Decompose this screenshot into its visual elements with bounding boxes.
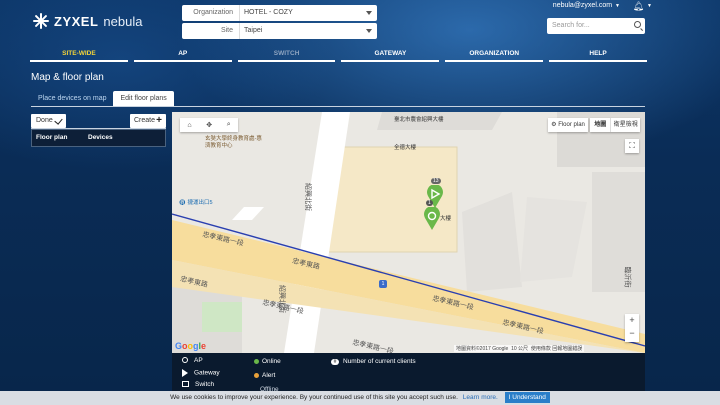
zyxel-nebula-logo[interactable]: ZYXEL nebula (33, 13, 142, 29)
search-icon[interactable] (634, 21, 641, 28)
caret-down-icon: ▼ (647, 3, 652, 9)
legend-gateway: Gateway (182, 369, 220, 377)
nav-gateway[interactable]: GATEWAY (341, 48, 440, 62)
cookie-message: We use cookies to improve your experienc… (170, 394, 458, 401)
legend-online: Online (254, 358, 281, 365)
tab-bar: Place devices on map Edit floor plans (31, 91, 645, 107)
report-error-link[interactable]: 回報地圖錯誤 (552, 346, 582, 352)
legend-alert: Alert (254, 372, 275, 379)
caret-down-icon (366, 29, 372, 33)
terms-link[interactable]: 使用條款 (531, 346, 551, 352)
map-road-label: 紹興北街 (278, 285, 285, 313)
user-email: nebula@zyxel.com (552, 2, 613, 9)
circle-icon (182, 357, 188, 364)
site-selector[interactable]: Site Taipei (182, 23, 377, 39)
plus-icon: + (156, 115, 162, 126)
learn-more-link[interactable]: Learn more. (463, 394, 498, 401)
caret-down-icon: ▼ (615, 2, 620, 9)
map-attribution: 地圖資料©2017 Google 10 公尺 使用條款 回報地圖錯誤 (454, 345, 585, 352)
google-logo[interactable]: Google (175, 341, 206, 351)
floor-plan-table-header: Floor plan Devices (31, 129, 166, 147)
site-label: Site (182, 23, 240, 39)
main-nav: SITE-WIDE AP SWITCH GATEWAY ORGANIZATION… (30, 48, 647, 62)
transit-icon: 🚇︎ (179, 200, 186, 206)
cookie-accept-button[interactable]: I Understand (504, 392, 550, 403)
page-title: Map & floor plan (31, 72, 104, 83)
client-count-badge: 13 (431, 178, 441, 184)
logo-brand: ZYXEL (54, 13, 99, 29)
fullscreen-icon[interactable]: ⛶ (625, 139, 639, 153)
home-icon[interactable]: ⌂ (187, 122, 191, 129)
nav-switch[interactable]: SWITCH (237, 48, 336, 62)
map-label: 大樓 (440, 216, 452, 222)
legend-switch: Switch (182, 381, 214, 388)
zoom-out-button[interactable]: − (625, 327, 639, 340)
client-count-badge: 1 (426, 200, 433, 206)
nav-organization[interactable]: ORGANIZATION (445, 48, 544, 62)
map-type-map[interactable]: 地圖 (590, 118, 610, 132)
zoom-control: + − (625, 314, 639, 342)
organization-label: Organization (182, 5, 240, 21)
map-canvas[interactable]: ⌂ ✥ ⌕ ⚙ Floor plan 地圖 衛星檢視 ⛶ + − 臺北市農會紹興… (172, 112, 645, 353)
nav-site-wide[interactable]: SITE-WIDE (30, 48, 128, 62)
column-floor-plan[interactable]: Floor plan (32, 130, 88, 146)
organization-value[interactable]: HOTEL - COZY (240, 5, 377, 21)
map-legend: AP Gateway Switch Online Alert Offline #… (172, 353, 645, 393)
map-type-satellite[interactable]: 衛星檢視 (610, 118, 640, 132)
logo-product: nebula (103, 13, 143, 29)
organization-selector[interactable]: Organization HOTEL - COZY (182, 5, 377, 21)
nav-help[interactable]: HELP (549, 48, 647, 62)
map-tools: ⌂ ✥ ⌕ (180, 118, 238, 132)
done-label: Done (36, 117, 53, 124)
check-icon (54, 116, 63, 125)
map-scale: 10 公尺 (511, 346, 529, 352)
map-road-label: 臨沂街 (623, 266, 631, 288)
map-road-label: 紹興北街 (304, 183, 311, 211)
legend-client-count: # Number of current clients (331, 358, 416, 365)
alert-dot-icon (254, 372, 259, 378)
square-icon (182, 381, 189, 388)
floor-plan-toggle[interactable]: ⚙ Floor plan (548, 118, 588, 132)
legend-ap: AP (182, 357, 203, 364)
ap-marker[interactable] (423, 207, 441, 231)
done-button[interactable]: Done (31, 114, 66, 128)
tab-place-devices[interactable]: Place devices on map (31, 91, 113, 106)
column-devices[interactable]: Devices (88, 130, 113, 146)
tab-edit-floor-plans[interactable]: Edit floor plans (113, 91, 174, 106)
caret-down-icon (366, 11, 372, 15)
create-label: Create (134, 117, 156, 124)
zyxel-star-icon (33, 13, 49, 29)
notification-bell-icon[interactable]: 🔔︎ (633, 1, 644, 12)
cookie-banner: We use cookies to improve your experienc… (0, 391, 720, 405)
create-button[interactable]: Create + (130, 114, 166, 128)
triangle-icon (182, 369, 188, 377)
nav-ap[interactable]: AP (133, 48, 232, 62)
online-dot-icon (254, 358, 259, 364)
search-icon[interactable]: ⌕ (227, 121, 231, 129)
map-label: 玄奘大學終身教育處-惠濟教育中心 (205, 136, 262, 149)
search-placeholder: Search for... (552, 22, 590, 29)
route-shield: 1 (379, 280, 387, 288)
zoom-in-button[interactable]: + (625, 314, 639, 327)
map-label: 臺北市農會紹興大樓 (394, 117, 444, 123)
map-label: 🚇︎ 捷運出口5 (179, 200, 213, 206)
gear-icon: ⚙ (551, 122, 557, 128)
map-type-control: 地圖 衛星檢視 (590, 118, 640, 132)
locate-icon[interactable]: ✥ (206, 121, 212, 129)
user-menu[interactable]: nebula@zyxel.com ▼ (553, 2, 620, 9)
search-input[interactable]: Search for... (547, 18, 645, 34)
map-label: 全德大樓 (394, 145, 417, 151)
site-value[interactable]: Taipei (240, 23, 377, 39)
count-symbol: # (331, 359, 339, 365)
